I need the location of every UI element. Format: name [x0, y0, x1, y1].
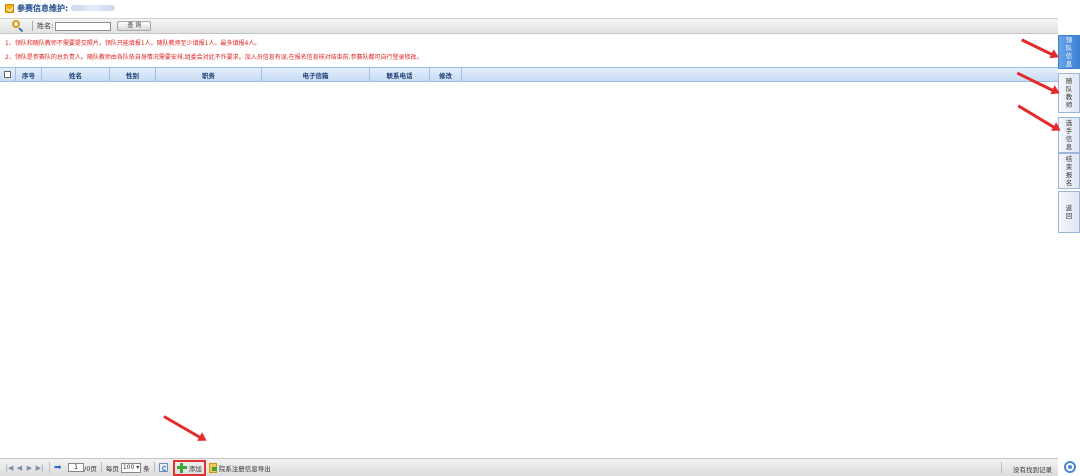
separator — [153, 462, 155, 473]
no-record-status: 没有找到记录 — [1013, 466, 1052, 474]
annotation-arrow-3 — [1017, 104, 1057, 130]
notice-line-2: 2、领队是参赛队的总负责人。随队教师由各队依自身情况需要安排,组委会对此不作要求… — [5, 54, 423, 61]
add-button[interactable]: 添加 — [172, 459, 206, 476]
blurred-team-name — [71, 5, 116, 11]
separator — [1001, 462, 1002, 473]
tab-end-registration[interactable]: 结束报名 — [1058, 153, 1080, 189]
annotation-arrow-1 — [1020, 38, 1055, 57]
column-header-email[interactable]: 电子信箱 — [262, 68, 370, 81]
plus-icon — [176, 462, 187, 473]
column-header-gender[interactable]: 性别 — [110, 68, 156, 81]
select-all-cell — [0, 68, 16, 81]
site-logo-icon — [1064, 461, 1076, 473]
pagination-bar: |◀ ◀ ▶ ▶| ➡ /0页 每页 100 ▾ 条 添加 院系注册信息导出 没… — [0, 458, 1058, 476]
per-page-unit: 条 — [143, 464, 150, 473]
side-tab-label: 结束报名 — [1065, 155, 1073, 187]
prev-page-icon[interactable]: ◀ — [15, 463, 24, 472]
export-icon — [208, 463, 217, 473]
column-header-name[interactable]: 姓名 — [42, 68, 110, 81]
go-arrow-icon[interactable]: ➡ — [54, 463, 65, 472]
side-tab-label: 返回 — [1065, 204, 1073, 220]
separator — [100, 462, 102, 473]
tab-contestant-info[interactable]: 选手信息 — [1058, 117, 1080, 153]
page: 参赛信息维护: 姓名: 查 询 1、领队和随队教师不需要提交照片。领队只能填报1… — [0, 0, 1080, 476]
refresh-icon[interactable] — [158, 463, 168, 472]
tab-leader-info[interactable]: 领队信息 — [1058, 35, 1080, 69]
column-header-position[interactable]: 职务 — [156, 68, 262, 81]
per-page-label: 每页 — [105, 464, 119, 473]
per-page-value: 100 — [122, 464, 135, 471]
separator — [49, 462, 50, 473]
page-number-input[interactable] — [68, 463, 84, 472]
add-button-label: 添加 — [188, 464, 202, 473]
notice-line-1: 1、领队和随队教师不需要提交照片。领队只能填报1人。随队教师至少填报1人。最多填… — [5, 40, 261, 47]
checkbox-icon — [5, 3, 14, 13]
first-page-icon[interactable]: |◀ — [5, 463, 14, 472]
column-header-edit[interactable]: 修改 — [430, 68, 462, 81]
side-tab-label: 选手信息 — [1065, 119, 1073, 151]
search-bar: 姓名: 查 询 — [0, 18, 1058, 34]
side-tab-label: 随队教师 — [1065, 77, 1073, 109]
search-icon[interactable] — [12, 20, 24, 33]
annotation-arrow-4 — [163, 415, 203, 440]
separator — [32, 21, 33, 31]
tab-accompanying-teacher[interactable]: 随队教师 — [1058, 73, 1080, 113]
query-button[interactable]: 查 询 — [117, 21, 152, 31]
column-header-phone[interactable]: 联系电话 — [370, 68, 430, 81]
next-page-icon[interactable]: ▶ — [25, 463, 34, 472]
chevron-down-icon: ▾ — [134, 464, 140, 471]
column-header-index[interactable]: 序号 — [16, 68, 42, 81]
side-tab-label: 领队信息 — [1065, 36, 1073, 68]
export-button-label: 院系注册信息导出 — [218, 464, 271, 473]
page-total: /0页 — [84, 464, 97, 473]
export-button[interactable]: 院系注册信息导出 — [208, 463, 271, 473]
tab-return[interactable]: 返回 — [1058, 191, 1080, 233]
page-title: 参赛信息维护: — [17, 3, 69, 13]
table-header: 序号 姓名 性别 职务 电子信箱 联系电话 修改 — [0, 67, 1058, 82]
per-page-select[interactable]: 100 ▾ — [120, 462, 142, 473]
select-all-checkbox[interactable] — [4, 71, 11, 78]
name-label: 姓名: — [37, 22, 54, 30]
last-page-icon[interactable]: ▶| — [35, 463, 44, 472]
title-bar: 参赛信息维护: — [0, 0, 1058, 16]
name-search-input[interactable] — [55, 21, 112, 31]
